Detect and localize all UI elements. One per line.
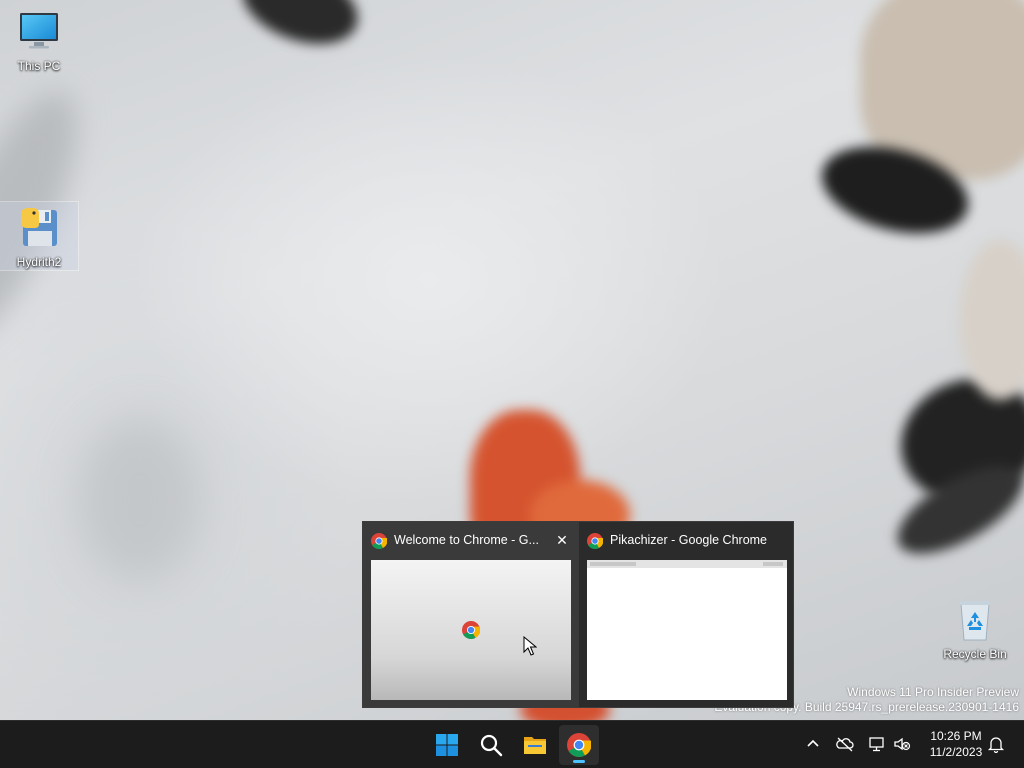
system-clock[interactable]: 10:26 PM 11/2/2023	[918, 728, 994, 760]
volume-muted-icon[interactable]	[893, 735, 911, 753]
thumbnail-preview	[587, 560, 787, 700]
chrome-icon	[587, 533, 604, 549]
browser-toolbar-miniature	[587, 560, 787, 568]
desktop-icon-recycle-bin[interactable]: Recycle Bin	[936, 596, 1014, 661]
onedrive-offline-icon[interactable]	[836, 735, 854, 753]
floppy-python-icon	[15, 204, 63, 252]
chrome-icon	[371, 533, 388, 549]
file-explorer-button[interactable]	[515, 725, 555, 765]
desktop-icon-label: This PC	[17, 59, 61, 73]
running-indicator	[573, 760, 585, 763]
search-button[interactable]	[471, 725, 511, 765]
chrome-taskbar-button[interactable]	[559, 725, 599, 765]
start-button[interactable]	[427, 725, 467, 765]
notification-bell-icon[interactable]	[987, 735, 1005, 754]
search-icon	[479, 733, 503, 757]
mouse-cursor-icon	[523, 636, 537, 656]
window-thumbnail-welcome[interactable]: Welcome to Chrome - G... ✕	[363, 522, 579, 707]
desktop-icon-this-pc[interactable]: This PC	[0, 8, 78, 73]
taskbar-thumbnail-popup: Welcome to Chrome - G... ✕ Pikachizer - …	[362, 521, 794, 708]
chevron-up-icon[interactable]	[804, 735, 822, 753]
windows-start-icon	[435, 733, 459, 757]
recycle-bin-icon	[951, 596, 999, 644]
thumbnail-title: Pikachizer - Google Chrome	[610, 533, 768, 547]
clock-date: 11/2/2023	[929, 745, 983, 759]
chrome-logo-icon	[462, 621, 480, 639]
folder-icon	[523, 733, 547, 757]
thumbnail-preview	[371, 560, 571, 700]
close-icon[interactable]: ✕	[553, 531, 571, 549]
desktop-icon-label: Recycle Bin	[943, 647, 1007, 661]
desktop-icon-label: Hydrith2	[16, 255, 62, 269]
clock-time: 10:26 PM	[930, 729, 982, 743]
monitor-icon	[15, 8, 63, 56]
window-thumbnail-pikachizer[interactable]: Pikachizer - Google Chrome	[579, 522, 795, 707]
thumbnail-title: Welcome to Chrome - G...	[394, 533, 539, 547]
network-icon[interactable]	[868, 735, 886, 753]
taskbar: 10:26 PM 11/2/2023	[0, 720, 1024, 768]
chrome-icon	[567, 733, 592, 757]
desktop-icon-hydrith2[interactable]: Hydrith2	[0, 201, 79, 271]
